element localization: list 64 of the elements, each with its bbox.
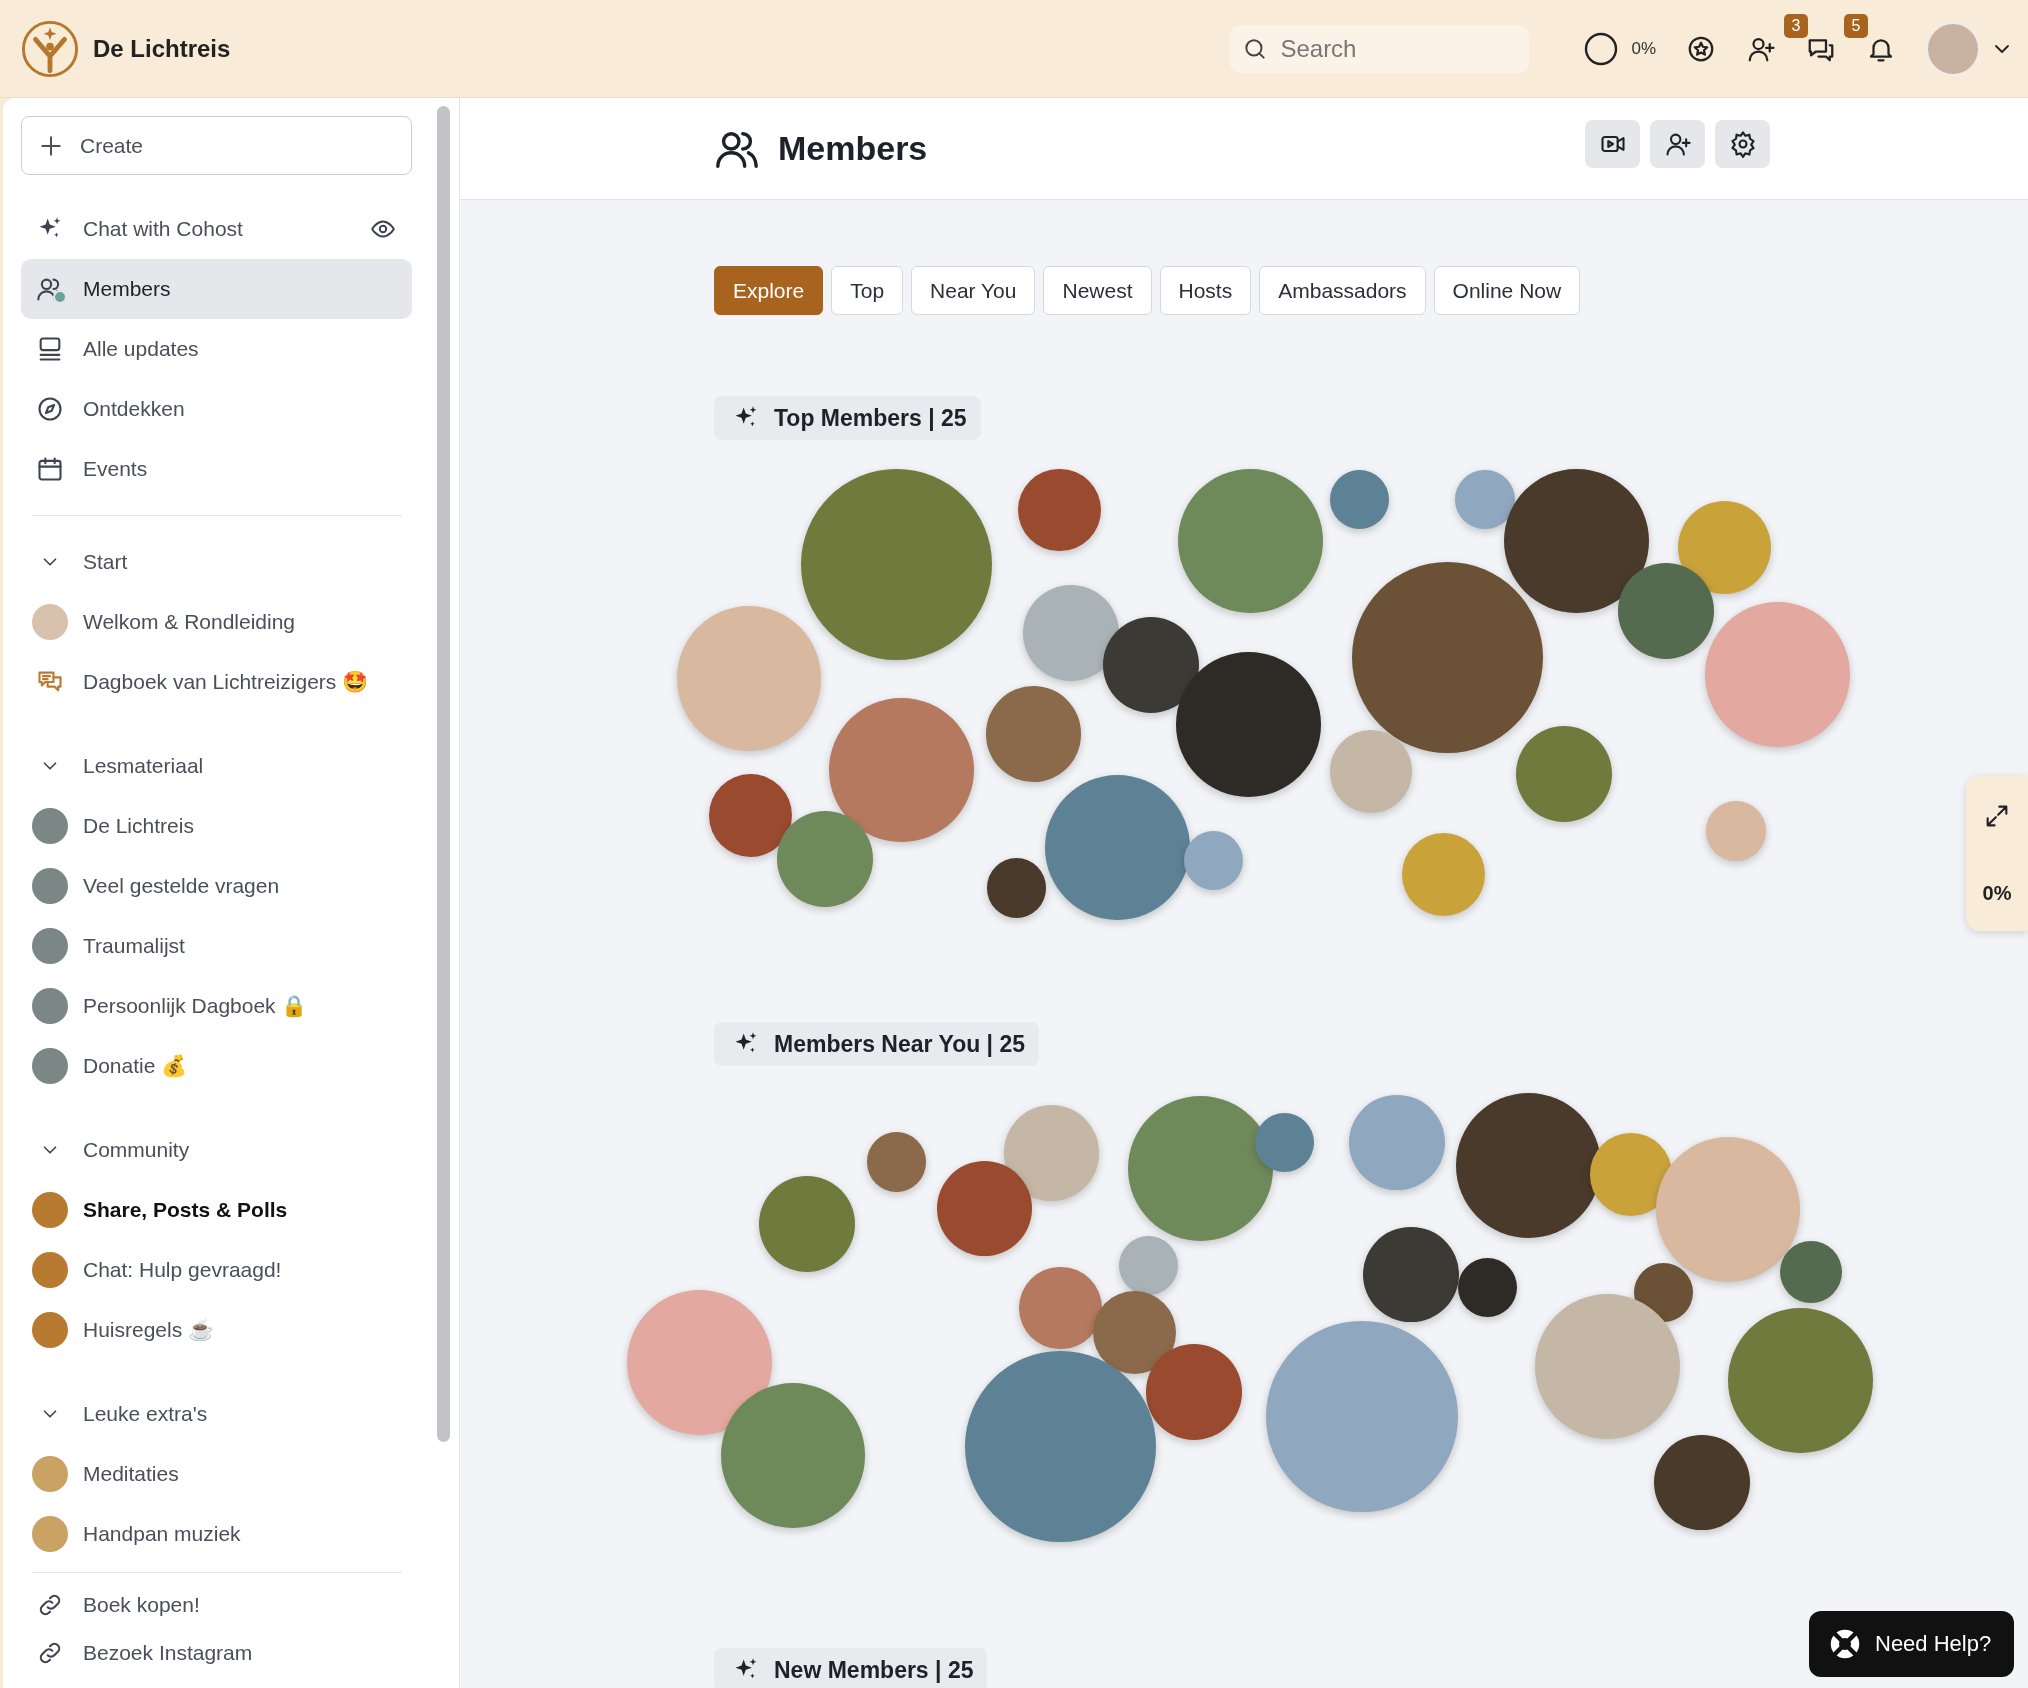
brand-name[interactable]: De Lichtreis <box>93 34 231 63</box>
count-badge: 3 <box>1784 13 1808 38</box>
member-avatar[interactable] <box>1455 469 1515 530</box>
calendar-icon <box>36 455 64 483</box>
section-heading: Top Members | 25 <box>714 396 981 440</box>
external-link[interactable]: Bezoek Instagram <box>21 1629 412 1677</box>
create-button[interactable]: Create <box>21 116 412 175</box>
compass-icon <box>36 395 64 423</box>
member-avatar[interactable] <box>777 811 874 908</box>
channel-item[interactable]: Meditaties <box>21 1444 412 1504</box>
member-avatar[interactable] <box>1618 563 1714 659</box>
channel-avatar <box>32 604 68 640</box>
section-toggle[interactable]: Start <box>21 532 412 592</box>
channel-item[interactable]: Share, Posts & Polls <box>21 1180 412 1240</box>
member-avatar[interactable] <box>1329 729 1413 813</box>
channel-item[interactable]: Huisregels ☕ <box>21 1300 412 1360</box>
progress-reading: 0% <box>1631 38 1656 59</box>
progress-widget[interactable]: 0% <box>1966 776 2028 931</box>
count-badge: 5 <box>1844 13 1868 38</box>
channel-item[interactable]: Chat: Hulp gevraagd! <box>21 1240 412 1300</box>
member-avatar[interactable] <box>1457 1257 1518 1318</box>
scrollbar-thumb[interactable] <box>437 106 450 1442</box>
filter-tab[interactable]: Near You <box>911 266 1036 315</box>
section-toggle[interactable]: Community <box>21 1120 412 1180</box>
status-dot <box>53 290 67 304</box>
nav-item[interactable]: Events <box>21 439 412 499</box>
filter-tab[interactable]: Explore <box>714 266 824 315</box>
settings-button[interactable] <box>1715 120 1770 168</box>
channel-item[interactable]: Dagboek van Lichtreizigers 🤩 <box>21 652 412 712</box>
member-avatar[interactable] <box>1363 1226 1459 1323</box>
member-avatar[interactable] <box>1654 1434 1750 1531</box>
section-heading: New Members | 25 <box>714 1648 988 1688</box>
channel-item[interactable]: De Lichtreis <box>21 796 412 856</box>
nav-item[interactable]: Ontdekken <box>21 379 412 439</box>
nav-item[interactable]: Chat with Cohost <box>21 199 412 259</box>
channel-item[interactable]: Handpan muziek <box>21 1504 412 1564</box>
channel-item[interactable]: Traumalijst <box>21 916 412 976</box>
member-avatar[interactable] <box>986 858 1047 918</box>
member-avatar[interactable] <box>1017 468 1101 552</box>
progress-ring-icon[interactable] <box>1583 30 1620 67</box>
video-button[interactable] <box>1585 120 1640 168</box>
nav-item[interactable]: Alle updates <box>21 319 412 379</box>
filter-tab[interactable]: Top <box>831 266 904 315</box>
search-field[interactable]: Search <box>1230 24 1530 73</box>
channel-item[interactable]: Veel gestelde vragen <box>21 856 412 916</box>
section-heading: Members Near You | 25 <box>714 1022 1040 1066</box>
search-input[interactable]: Search <box>1278 33 1503 64</box>
channel-item[interactable]: Donatie 💰 <box>21 1036 412 1096</box>
section-toggle[interactable]: Leuke extra's <box>21 1384 412 1444</box>
filter-tab[interactable]: Hosts <box>1159 266 1252 315</box>
channel-item[interactable]: Persoonlijk Dagboek 🔒 <box>21 976 412 1036</box>
member-avatar[interactable] <box>936 1160 1033 1257</box>
page-title: Members <box>778 129 928 168</box>
logo-icon[interactable] <box>21 19 79 78</box>
help-button[interactable]: Need Help? <box>1809 1611 2014 1677</box>
section-toggle[interactable]: Lesmateriaal <box>21 736 412 796</box>
filter-tab[interactable]: Ambassadors <box>1259 266 1426 315</box>
add-member-button[interactable] <box>1650 120 1705 168</box>
nav-item[interactable]: Members <box>21 259 412 319</box>
filter-tab[interactable]: Newest <box>1043 266 1152 315</box>
channel-item[interactable]: Welkom & Rondleiding <box>21 592 412 652</box>
filter-tab[interactable]: Online Now <box>1433 266 1581 315</box>
member-avatar[interactable] <box>1103 617 1199 714</box>
external-link[interactable]: Boek kopen! <box>21 1581 412 1629</box>
